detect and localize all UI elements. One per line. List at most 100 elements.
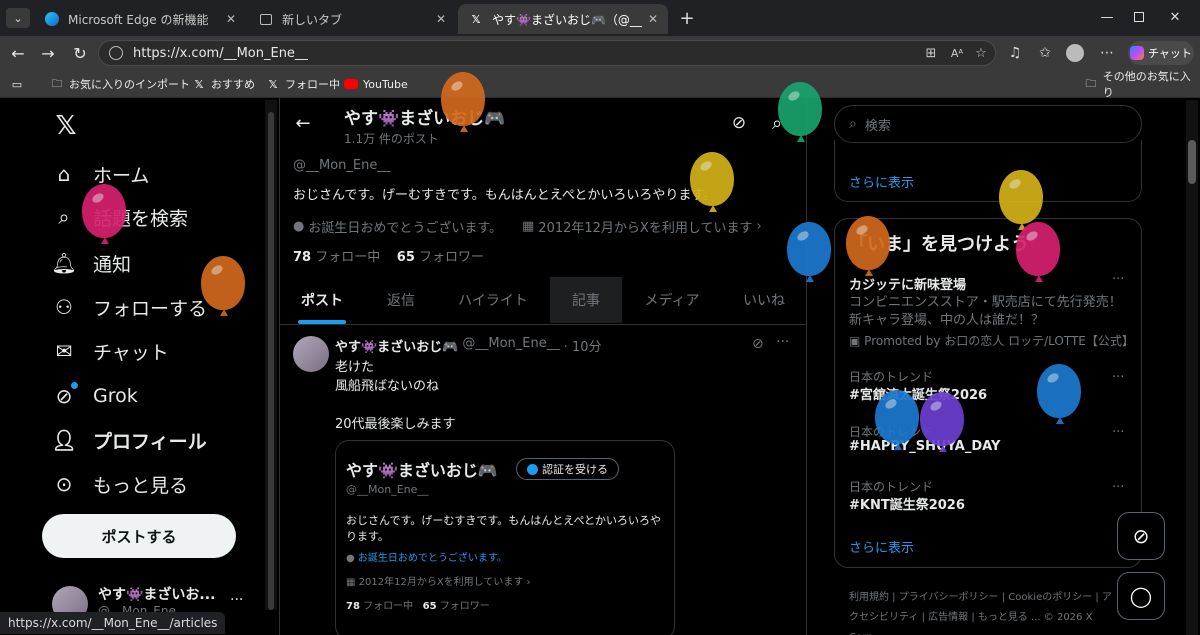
grok-icon: ⊘ (1132, 524, 1150, 548)
tweet-author-handle[interactable]: @__Mon_Ene__ (462, 336, 559, 355)
bookmark-label: おすすめ (211, 78, 255, 91)
tweet-more-icon[interactable]: ··· (776, 334, 789, 350)
chevron-right-icon: › (756, 219, 762, 234)
tab-media[interactable]: メディア (634, 277, 710, 323)
minimize-icon[interactable]: — (1092, 6, 1122, 28)
favorites-icon[interactable]: ✩ (1034, 43, 1056, 63)
media-icon[interactable]: ♫ (1004, 43, 1026, 63)
trend-title[interactable]: #宮舘涼太誕生祭2026 (849, 384, 987, 403)
bookmark-import[interactable]: 🗀 お気に入りのインポート (50, 76, 191, 92)
following-link[interactable]: 78 フォロー中 (293, 250, 380, 265)
close-icon[interactable]: ✕ (226, 12, 236, 26)
followers-link[interactable]: 65 フォロワー (397, 250, 484, 265)
promo-title[interactable]: カジッテに新味登場 (849, 274, 966, 293)
refresh-icon[interactable]: ↻ (68, 42, 92, 64)
balloon-decoration (846, 216, 890, 276)
joined-meta[interactable]: ▦ 2012年12月からXを利用しています › (522, 217, 762, 236)
x-home-logo-icon[interactable]: 𝕏 (52, 111, 80, 141)
sidebar-item-notifications[interactable]: 🔔︎ 通知 (51, 248, 131, 278)
bookmark-following[interactable]: 𝕏 フォロー中 (266, 76, 340, 92)
bookmark-collections[interactable]: ▭ (10, 76, 24, 92)
balloon-decoration (82, 184, 126, 244)
search-input[interactable]: ⌕ 検索 (834, 105, 1142, 143)
sidebar-scrollbar-thumb[interactable] (268, 112, 274, 610)
x-logo-icon: 𝕏 (268, 77, 278, 91)
sidebar-item-more[interactable]: ⊙ もっと見る (52, 469, 188, 499)
forward-icon[interactable]: → (36, 42, 60, 64)
grok-icon[interactable]: ⊘ (752, 336, 764, 352)
footer-link[interactable]: Cookieのポリシー (1008, 592, 1092, 603)
folder-icon: 🗀 (1085, 76, 1097, 90)
bookmark-label: YouTube (363, 77, 408, 91)
settings-more-icon[interactable]: ⋯ (1096, 43, 1118, 63)
calendar-icon: ▦ (346, 577, 356, 588)
tweet-media-image[interactable]: やす👾まざいおじ🎮 認証を受ける @__Mon_Ene__ おじさんです。げーむ… (335, 440, 675, 635)
new-tab-button[interactable]: + (676, 8, 698, 29)
promo-more-icon[interactable]: ··· (1112, 272, 1124, 287)
footer-link[interactable]: もっと見る ... (978, 612, 1041, 623)
read-aloud-icon[interactable]: Aᴬ (948, 44, 966, 62)
promo-by[interactable]: ▣ Promoted by お口の恋人 ロッテ/LOTTE【公式】 (849, 332, 1134, 349)
profile-avatar-icon[interactable] (1064, 43, 1086, 63)
tab-articles[interactable]: 記事 (550, 277, 622, 323)
back-arrow-icon[interactable]: ← (292, 112, 314, 134)
tab-actions-button[interactable]: ⌄ (6, 8, 30, 28)
promoted-icon: ▣ (849, 334, 861, 348)
show-more-link[interactable]: さらに表示 (849, 537, 914, 556)
favorite-star-icon[interactable]: ☆ (972, 44, 990, 62)
grok-float-button[interactable]: ⊘ (1117, 512, 1165, 560)
tab-x-profile[interactable]: 𝕏 やす👾まざいおじ🎮（@__Mon_Ene__）/ X ✕ (458, 4, 668, 34)
tab-likes[interactable]: いいね (728, 277, 800, 323)
promo-text: コンビニエンスストア・駅売店にて先行発売！新キャラ登場、中の人は誰だ！？ (849, 295, 1122, 328)
trend-title[interactable]: #KNT誕生祭2026 (849, 494, 965, 513)
address-bar[interactable]: https://x.com/__Mon_Ene__ (98, 40, 996, 66)
tweet-author-name[interactable]: やす👾まざいおじ🎮 (335, 336, 458, 355)
post-button[interactable]: ポストする (42, 514, 236, 558)
chat-float-button[interactable]: ◯ (1117, 572, 1165, 620)
balloon-decoration (778, 82, 822, 142)
main-right-border (806, 98, 807, 635)
app-available-icon[interactable]: ⊞ (922, 44, 940, 62)
tab-new-tab[interactable]: 新しいタブ ✕ (248, 4, 456, 34)
tab-posts[interactable]: ポスト (292, 277, 352, 323)
sidebar-item-grok[interactable]: ⊘ Grok (52, 381, 138, 411)
grok-icon[interactable]: ⊘ (728, 112, 750, 134)
footer-link[interactable]: 広告情報 (928, 612, 968, 623)
balloon-icon: ● (346, 553, 355, 564)
sidebar-item-chat[interactable]: ✉ チャット (52, 336, 169, 366)
sidebar-item-label: Grok (93, 385, 138, 407)
show-more-link[interactable]: さらに表示 (849, 172, 914, 191)
tab-highlights[interactable]: ハイライト (448, 277, 538, 323)
footer-link[interactable]: 利用規約 (849, 592, 889, 603)
close-icon[interactable]: ✕ (648, 12, 658, 26)
x-logo-icon: 𝕏 (471, 12, 481, 26)
tab-edge-whats-new[interactable]: Microsoft Edge の新機能 ✕ (34, 4, 246, 34)
copilot-chat-button[interactable]: チャット (1128, 41, 1194, 65)
tab-replies[interactable]: 返信 (372, 277, 430, 323)
tweet-time[interactable]: · 10分 (564, 336, 602, 355)
card-bio: おじさんです。げーむすきです。もんはんとえぺとかいろいろやります。 (346, 514, 662, 543)
trend-more-icon[interactable]: ··· (1112, 425, 1124, 440)
sidebar-item-follow[interactable]: ⚇ フォローする (52, 292, 207, 322)
close-icon[interactable]: ✕ (436, 12, 446, 26)
card-followers-label: フォロワー (439, 601, 490, 612)
trend-more-icon[interactable]: ··· (1112, 480, 1124, 495)
footer-link[interactable]: プライバシーポリシー (899, 592, 999, 603)
bookmark-youtube[interactable]: YouTube (344, 76, 408, 92)
more-dots-icon[interactable]: ··· (230, 592, 243, 608)
card-verify-button: 認証を受ける (516, 458, 619, 480)
promo-by-text: Promoted by お口の恋人 ロッテ/LOTTE【公式】 (864, 334, 1134, 348)
x-logo-icon: 𝕏 (194, 77, 204, 91)
sidebar-item-profile[interactable]: 👤︎ プロフィール (51, 425, 206, 455)
maximize-icon[interactable] (1124, 6, 1154, 28)
bookmark-recommended[interactable]: 𝕏 おすすめ (192, 76, 255, 92)
back-icon[interactable]: ← (6, 42, 30, 64)
bookmark-other-favorites[interactable]: 🗀 その他のお気に入り (1084, 70, 1200, 99)
trend-more-icon[interactable]: ··· (1112, 370, 1124, 385)
post-count: 1.1万 件のポスト (344, 132, 439, 146)
page-scrollbar-thumb[interactable] (1188, 140, 1196, 184)
tweet-avatar[interactable] (293, 336, 329, 372)
window-close-icon[interactable]: ✕ (1160, 6, 1190, 28)
trend-title[interactable]: #HAPPY_SHUYA_DAY (849, 439, 1000, 454)
site-info-icon[interactable] (109, 46, 123, 60)
